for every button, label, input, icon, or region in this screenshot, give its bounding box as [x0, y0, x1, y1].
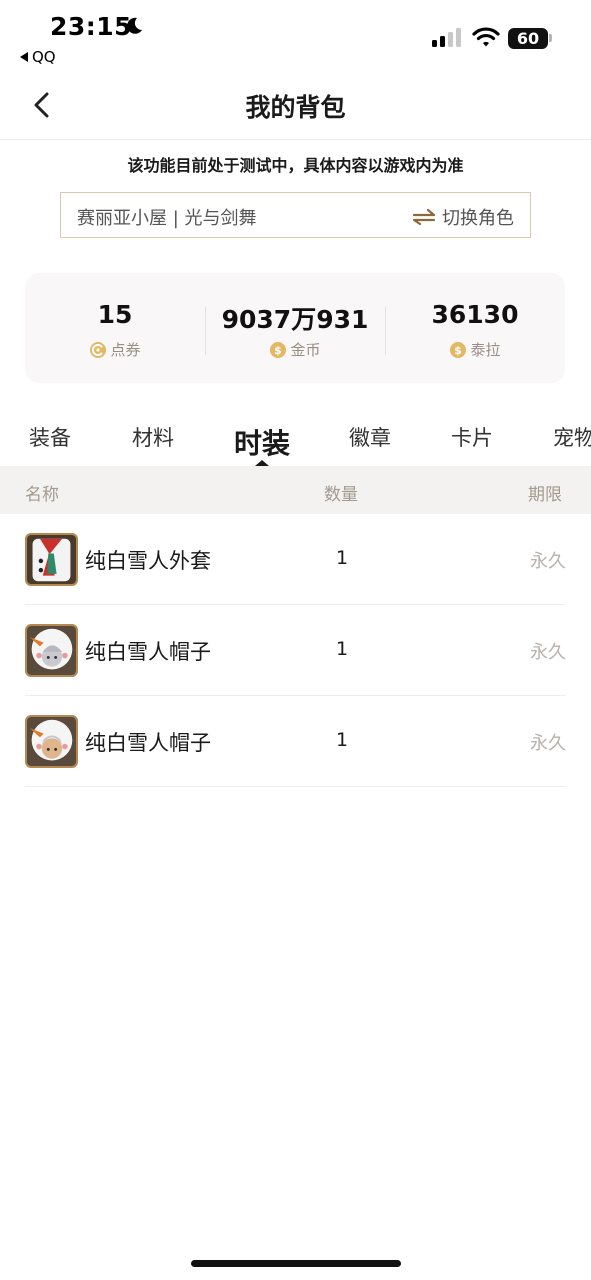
role-name: 赛丽亚小屋 | 光与剑舞 [77, 208, 257, 229]
test-notice: 该功能目前处于测试中，具体内容以游戏内为准 [127, 156, 464, 175]
coupon-label: 点券 [110, 341, 141, 359]
table-header: 名称 数量 期限 [0, 466, 591, 514]
tera-label-row: $ 泰拉 [385, 339, 565, 360]
back-triangle-icon [20, 52, 28, 62]
tera-value: 36130 [431, 300, 519, 329]
tab-cards[interactable]: 卡片 [451, 422, 493, 452]
item-quantity: 1 [335, 729, 349, 751]
snowman-coat-icon [25, 533, 78, 586]
back-to-app-link[interactable]: QQ [20, 48, 56, 66]
header-term: 期限 [528, 485, 562, 505]
tera-label: 泰拉 [470, 341, 501, 359]
battery-indicator: 60 [508, 28, 548, 49]
coupon-icon [90, 341, 107, 358]
svg-text:$: $ [275, 344, 283, 357]
tab-fashion[interactable]: 时装 [234, 422, 290, 462]
item-name: 纯白雪人帽子 [85, 731, 211, 755]
signal-icon [432, 28, 461, 47]
stat-tera: 36130 $ 泰拉 [385, 273, 565, 383]
snowman-hat-icon [25, 624, 78, 677]
table-row[interactable]: 纯白雪人外套 1 永久 [25, 514, 566, 605]
status-time: 23:15 [50, 12, 133, 41]
stat-gold: 9037万931 $ 金币 [205, 273, 385, 383]
snowman-hat-icon [25, 715, 78, 768]
currency-card: 15 点券 9037万931 $ 金币 36130 $ 泰拉 [25, 273, 565, 383]
tab-pets[interactable]: 宠物 [553, 422, 591, 452]
gold-label-row: $ 金币 [205, 339, 385, 360]
home-indicator[interactable] [191, 1260, 401, 1267]
item-name: 纯白雪人外套 [85, 549, 211, 573]
coin-icon: $ [270, 341, 287, 358]
header-quantity: 数量 [324, 485, 358, 505]
item-name: 纯白雪人帽子 [85, 640, 211, 664]
swap-icon [412, 209, 436, 225]
table-row[interactable]: 纯白雪人帽子 1 永久 [25, 605, 566, 696]
coin-icon: $ [450, 341, 467, 358]
role-selector: 赛丽亚小屋 | 光与剑舞 切换角色 [60, 192, 531, 238]
item-quantity: 1 [335, 638, 349, 660]
item-term: 永久 [530, 642, 566, 663]
gold-value: 9037万931 [221, 305, 369, 334]
coupon-label-row: 点券 [25, 339, 205, 360]
item-term: 永久 [530, 551, 566, 572]
tab-equipment[interactable]: 装备 [29, 422, 71, 452]
svg-text:$: $ [455, 344, 463, 357]
item-quantity: 1 [335, 547, 349, 569]
nav-bar: 我的背包 [0, 70, 591, 140]
gold-label: 金币 [290, 341, 321, 359]
status-bar: 23:15 QQ 60 [0, 0, 591, 70]
tab-materials[interactable]: 材料 [132, 422, 174, 452]
category-tabs: 装备 材料 时装 徽章 卡片 宠物 [0, 410, 591, 466]
table-row[interactable]: 纯白雪人帽子 1 永久 [25, 696, 566, 787]
battery-cap [549, 34, 552, 42]
stat-coupon: 15 点券 [25, 273, 205, 383]
item-term: 永久 [530, 733, 566, 754]
back-app-label: QQ [32, 48, 56, 66]
moon-icon [127, 17, 142, 34]
wifi-icon [472, 27, 500, 47]
switch-role-label: 切换角色 [442, 208, 514, 229]
tab-badges[interactable]: 徽章 [349, 422, 391, 452]
coupon-value: 15 [97, 300, 133, 329]
switch-role-button[interactable]: 切换角色 [412, 204, 514, 230]
page-title: 我的背包 [245, 93, 346, 122]
header-name: 名称 [25, 485, 59, 505]
